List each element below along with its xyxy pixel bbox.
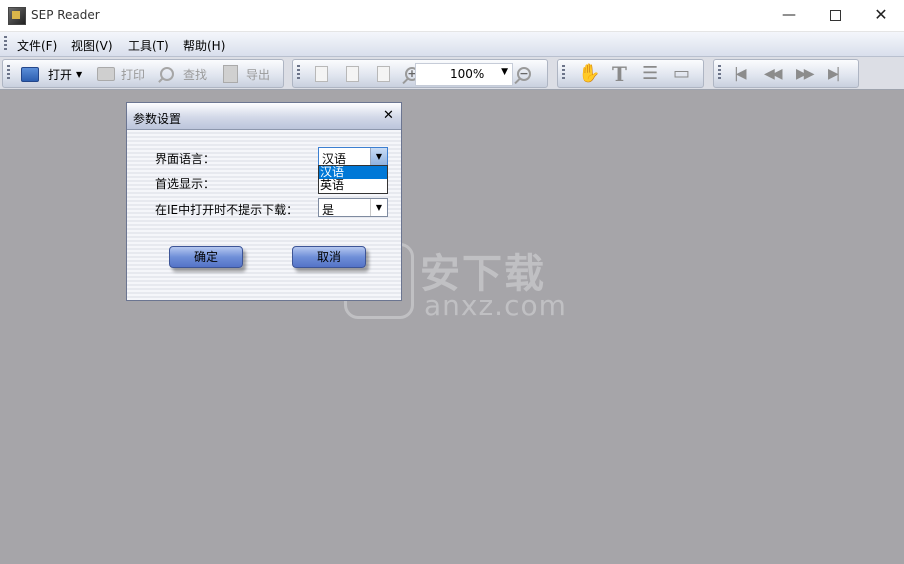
maximize-button[interactable] (812, 0, 858, 30)
find-label: 查找 (183, 67, 208, 82)
language-option-english[interactable]: 英语 (319, 179, 387, 192)
export-icon (223, 65, 238, 83)
previous-page-button[interactable]: ◀◀ (764, 63, 782, 85)
facing-page-button[interactable] (377, 63, 390, 85)
menu-file[interactable]: 文件(F) (17, 37, 57, 54)
print-label: 打印 (121, 67, 146, 82)
maximize-icon (829, 9, 841, 21)
chevron-down-icon[interactable]: ▼ (370, 199, 387, 216)
ie-download-prompt-value: 是 (322, 203, 335, 217)
previous-page-icon: ◀◀ (764, 66, 782, 82)
language-dropdown-list: 汉语 英语 (318, 165, 388, 194)
zoom-level-value: 100% (450, 67, 485, 81)
toolbar-group-tools: ✋ T ☰ ▭ (557, 59, 704, 88)
toolbar-grip-handle[interactable] (297, 65, 300, 81)
title-bar: SEP Reader — ✕ (0, 0, 904, 32)
menu-bar: 文件(F) 视图(V) 工具(T) 帮助(H) (0, 32, 904, 57)
language-label: 界面语言： (155, 152, 216, 166)
watermark-text-en: anxz.com (424, 289, 567, 322)
zoom-out-icon: − (517, 67, 531, 81)
menu-tools[interactable]: 工具(T) (128, 37, 169, 54)
zoom-level-select[interactable]: 100% ▼ (415, 63, 513, 86)
search-icon (160, 67, 174, 81)
hand-tool-button[interactable]: ✋ (578, 63, 600, 85)
toolbar-group-file: 打开 ▼ 打印 查找 导出 (2, 59, 284, 88)
toolbar-grip-handle[interactable] (718, 65, 721, 81)
close-window-button[interactable]: ✕ (858, 0, 904, 30)
comment-button[interactable]: ▭ (673, 63, 690, 85)
menu-help[interactable]: 帮助(H) (183, 37, 225, 54)
minimize-button[interactable]: — (766, 0, 812, 30)
open-dropdown-arrow-icon[interactable]: ▼ (76, 70, 82, 79)
printer-icon (97, 67, 115, 81)
dialog-body: 界面语言： 首选显示： 在IE中打开时不提示下载： 汉语 ▼ 汉语 英语 是 ▼… (127, 130, 401, 300)
chevron-down-icon[interactable]: ▼ (370, 148, 387, 165)
hand-icon: ✋ (578, 63, 601, 84)
text-select-button[interactable]: T (612, 63, 627, 85)
zoom-out-button[interactable]: − (517, 63, 531, 85)
settings-dialog: 参数设置 ✕ 界面语言： 首选显示： 在IE中打开时不提示下载： 汉语 ▼ 汉语… (126, 102, 402, 301)
page-icon (346, 66, 359, 82)
menu-grip-handle[interactable] (4, 36, 7, 52)
open-button[interactable]: 打开 ▼ (21, 63, 82, 85)
ok-button[interactable]: 确定 (169, 246, 243, 268)
app-icon (8, 7, 26, 25)
export-label: 导出 (246, 67, 271, 82)
export-button[interactable]: 导出 (223, 63, 270, 85)
dialog-close-button[interactable]: ✕ (383, 108, 394, 123)
continuous-page-button[interactable] (346, 63, 359, 85)
open-label: 打开 (48, 67, 73, 82)
single-page-button[interactable] (315, 63, 328, 85)
ie-download-prompt-label: 在IE中打开时不提示下载： (155, 203, 299, 217)
toolbar-grip-handle[interactable] (562, 65, 565, 81)
toolbar-grip-handle[interactable] (7, 65, 10, 81)
toolbar: 打开 ▼ 打印 查找 导出 + 100% ▼ − ✋ T ☰ ▭ |◀ ◀◀ ▶… (0, 57, 904, 90)
text-tool-icon: T (612, 62, 627, 86)
first-page-button[interactable]: |◀ (734, 63, 747, 85)
dialog-title-bar[interactable]: 参数设置 ✕ (127, 103, 401, 130)
print-button[interactable]: 打印 (97, 63, 145, 85)
page-icon (315, 66, 328, 82)
page-icon (377, 66, 390, 82)
next-page-icon: ▶▶ (796, 66, 814, 82)
find-button[interactable]: 查找 (160, 63, 207, 85)
cancel-button[interactable]: 取消 (292, 246, 366, 268)
language-select[interactable]: 汉语 ▼ (318, 147, 388, 166)
toolbar-group-view: + 100% ▼ − (292, 59, 548, 88)
preferred-display-label: 首选显示： (155, 177, 216, 191)
snapshot-icon: ☰ (642, 63, 659, 84)
next-page-button[interactable]: ▶▶ (796, 63, 814, 85)
first-page-icon: |◀ (734, 66, 747, 82)
dialog-title: 参数设置 (133, 112, 182, 126)
comment-icon: ▭ (673, 63, 691, 84)
last-page-button[interactable]: ▶| (828, 63, 841, 85)
snapshot-button[interactable]: ☰ (642, 63, 658, 85)
toolbar-group-navigation: |◀ ◀◀ ▶▶ ▶| (713, 59, 859, 88)
chevron-down-icon[interactable]: ▼ (501, 67, 508, 77)
menu-view[interactable]: 视图(V) (71, 37, 113, 54)
window-title: SEP Reader (31, 8, 100, 22)
open-icon (21, 66, 39, 82)
ie-download-prompt-select[interactable]: 是 ▼ (318, 198, 388, 217)
last-page-icon: ▶| (828, 66, 841, 82)
